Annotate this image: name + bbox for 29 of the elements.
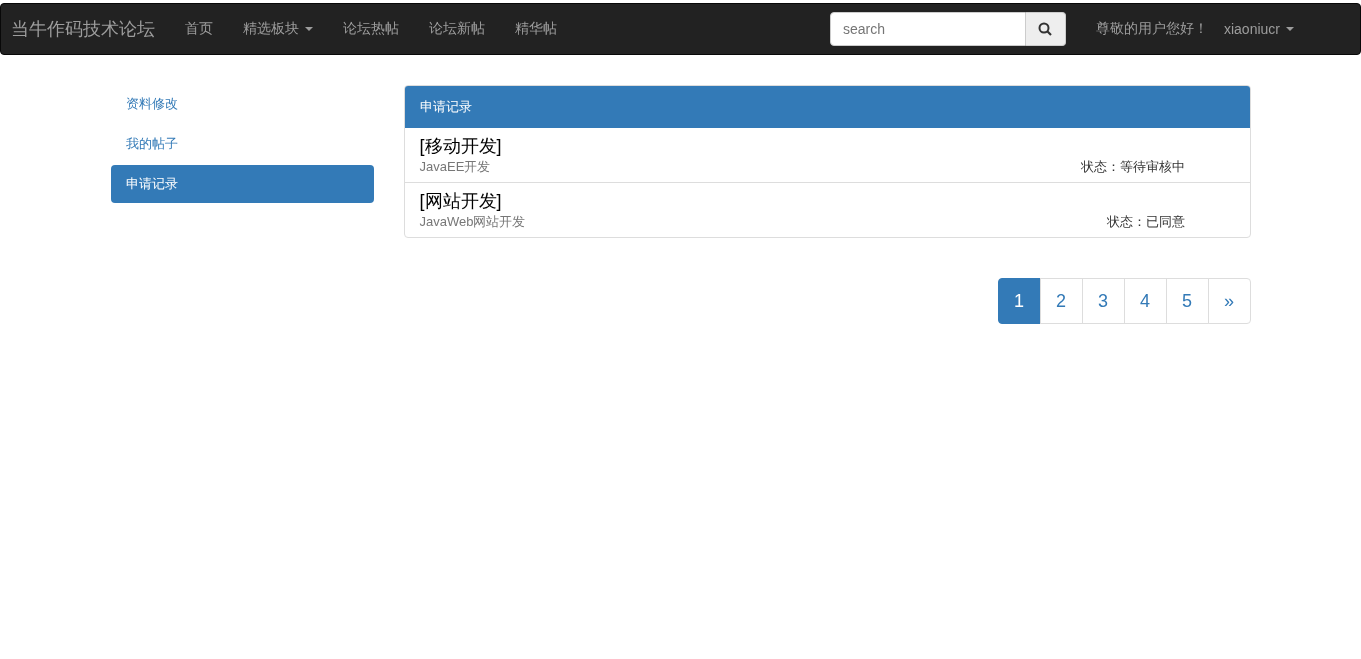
sidebar-item[interactable]: 我的帖子 xyxy=(110,125,374,163)
sidebar-item[interactable]: 资料修改 xyxy=(110,85,374,123)
page-link[interactable]: 5 xyxy=(1165,278,1209,324)
nav-link[interactable]: 论坛热帖 xyxy=(328,20,414,38)
page-link[interactable]: » xyxy=(1207,278,1251,324)
page-link[interactable]: 4 xyxy=(1123,278,1167,324)
brand-link[interactable]: 当牛作码技术论坛 xyxy=(11,17,155,41)
search-icon xyxy=(1038,22,1053,36)
record-subtitle: JavaWeb网站开发 xyxy=(419,213,526,231)
user-dropdown[interactable]: xiaoniucr xyxy=(1223,21,1294,37)
panel-heading: 申请记录 xyxy=(404,86,1250,128)
record-title: [移动开发] xyxy=(419,135,503,158)
page-link[interactable]: 1 xyxy=(997,278,1041,324)
nav-link[interactable]: 首页 xyxy=(170,20,228,38)
record-status: 状态：等待审核中 xyxy=(1080,158,1185,176)
nav-link[interactable]: 论坛新帖 xyxy=(414,20,500,38)
nav-dropdown[interactable]: 精选板块 xyxy=(228,20,328,38)
page-link[interactable]: 2 xyxy=(1039,278,1083,324)
caret-icon xyxy=(305,27,313,31)
sidebar-item[interactable]: 申请记录 xyxy=(110,165,374,203)
caret-icon xyxy=(1286,27,1294,31)
greeting-text: 尊敬的用户您好！ xyxy=(1095,20,1208,38)
nav-link[interactable]: 精华帖 xyxy=(500,20,572,38)
search-button[interactable] xyxy=(1025,12,1066,46)
record-title: [网站开发] xyxy=(419,190,503,213)
record-status: 状态：已同意 xyxy=(1106,213,1185,231)
record-subtitle: JavaEE开发 xyxy=(419,158,491,176)
page-link[interactable]: 3 xyxy=(1081,278,1125,324)
search-field[interactable]: search xyxy=(829,12,1026,46)
